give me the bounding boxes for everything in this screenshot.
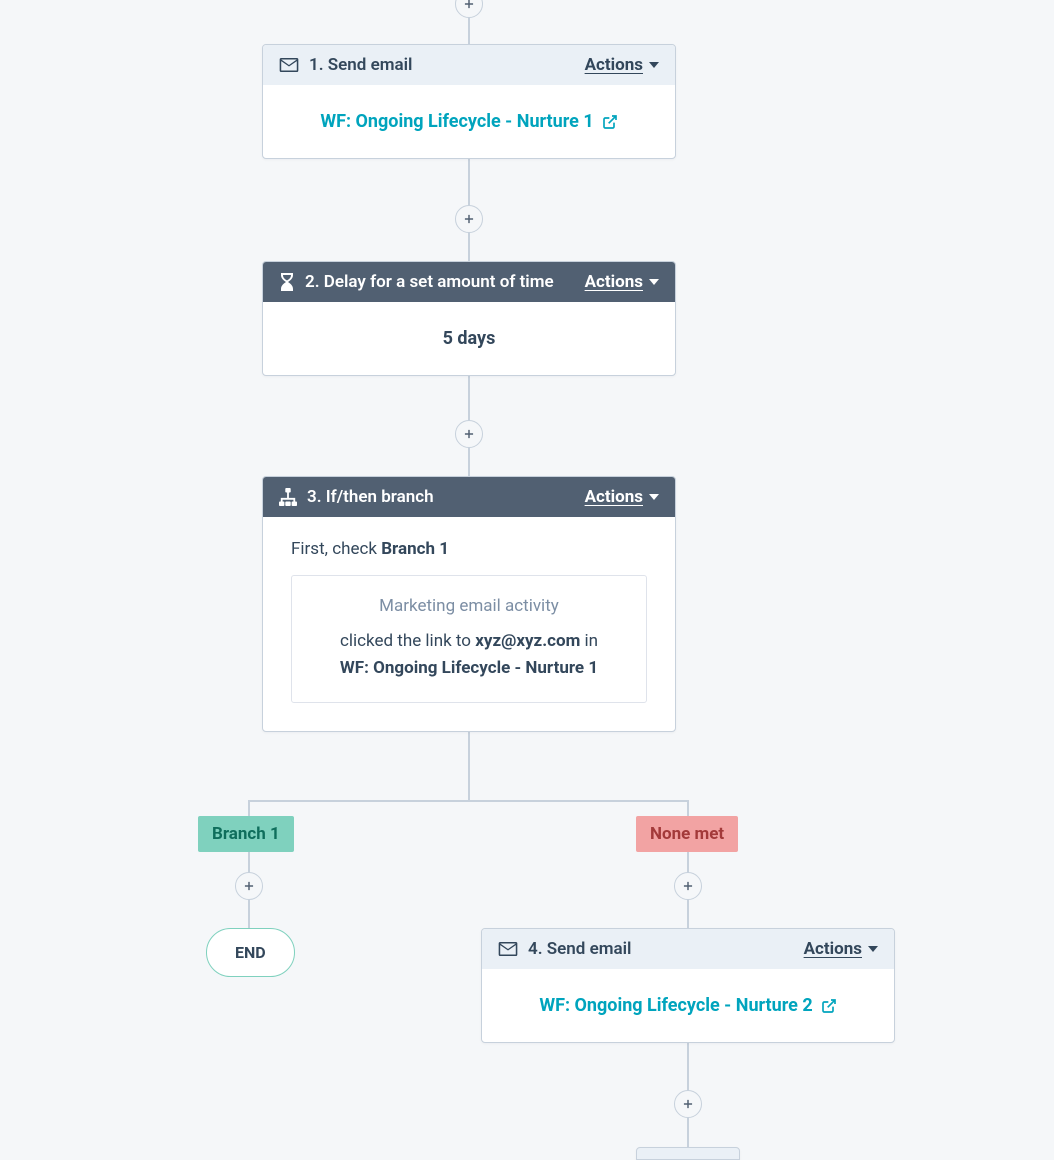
step-4-header: 4. Send email Actions [482,929,894,969]
delay-value: 5 days [443,328,496,349]
add-step-none-met[interactable] [674,872,702,900]
step-4-send-email[interactable]: 4. Send email Actions WF: Ongoing Lifecy… [481,928,895,1043]
step-1-send-email[interactable]: 1. Send email Actions WF: Ongoing Lifecy… [262,44,676,159]
condition-box: Marketing email activity clicked the lin… [291,575,647,703]
step-2-body: 5 days [263,302,675,375]
step-4-actions[interactable]: Actions [804,939,878,959]
step-1-title: 1. Send email [309,55,575,75]
partial-next-card [636,1147,740,1160]
step-3-body: First, check Branch 1 Marketing email ac… [263,517,675,731]
caret-down-icon [649,279,659,285]
step-1-actions[interactable]: Actions [585,55,659,75]
external-link-icon [602,114,618,130]
step-2-title: 2. Delay for a set amount of time [305,272,575,292]
hourglass-icon [279,273,295,291]
step-1-header: 1. Send email Actions [263,45,675,85]
email-icon [498,942,518,956]
add-step-top[interactable] [455,0,483,18]
step-2-actions[interactable]: Actions [585,272,659,292]
step-4-body: WF: Ongoing Lifecycle - Nurture 2 [482,969,894,1042]
step-2-header: 2. Delay for a set amount of time Action… [263,262,675,302]
first-check-text: First, check Branch 1 [291,539,647,559]
step-4-title: 4. Send email [528,939,794,959]
step-3-title: 3. If/then branch [307,487,575,507]
external-link-icon [821,998,837,1014]
step-1-body: WF: Ongoing Lifecycle - Nurture 1 [263,85,675,158]
add-step-after-4[interactable] [674,1090,702,1118]
add-step-after-2[interactable] [455,420,483,448]
end-node[interactable]: END [206,928,295,977]
step-3-branch[interactable]: 3. If/then branch Actions First, check B… [262,476,676,732]
step-4-email-link[interactable]: WF: Ongoing Lifecycle - Nurture 2 [539,995,836,1016]
step-3-header: 3. If/then branch Actions [263,477,675,517]
email-icon [279,58,299,72]
condition-line: clicked the link to xyz@xyz.com in WF: O… [308,628,630,682]
add-step-branch-1[interactable] [235,872,263,900]
caret-down-icon [868,946,878,952]
connector-branch-split [248,800,689,802]
connector-branch-stem [468,757,470,800]
branch-none-met-label[interactable]: None met [636,816,738,852]
branch-1-label[interactable]: Branch 1 [198,816,294,852]
sitemap-icon [279,488,297,506]
step-3-actions[interactable]: Actions [585,487,659,507]
condition-title: Marketing email activity [308,596,630,616]
caret-down-icon [649,62,659,68]
step-1-email-link[interactable]: WF: Ongoing Lifecycle - Nurture 1 [320,111,617,132]
add-step-after-1[interactable] [455,205,483,233]
step-2-delay[interactable]: 2. Delay for a set amount of time Action… [262,261,676,376]
caret-down-icon [649,494,659,500]
